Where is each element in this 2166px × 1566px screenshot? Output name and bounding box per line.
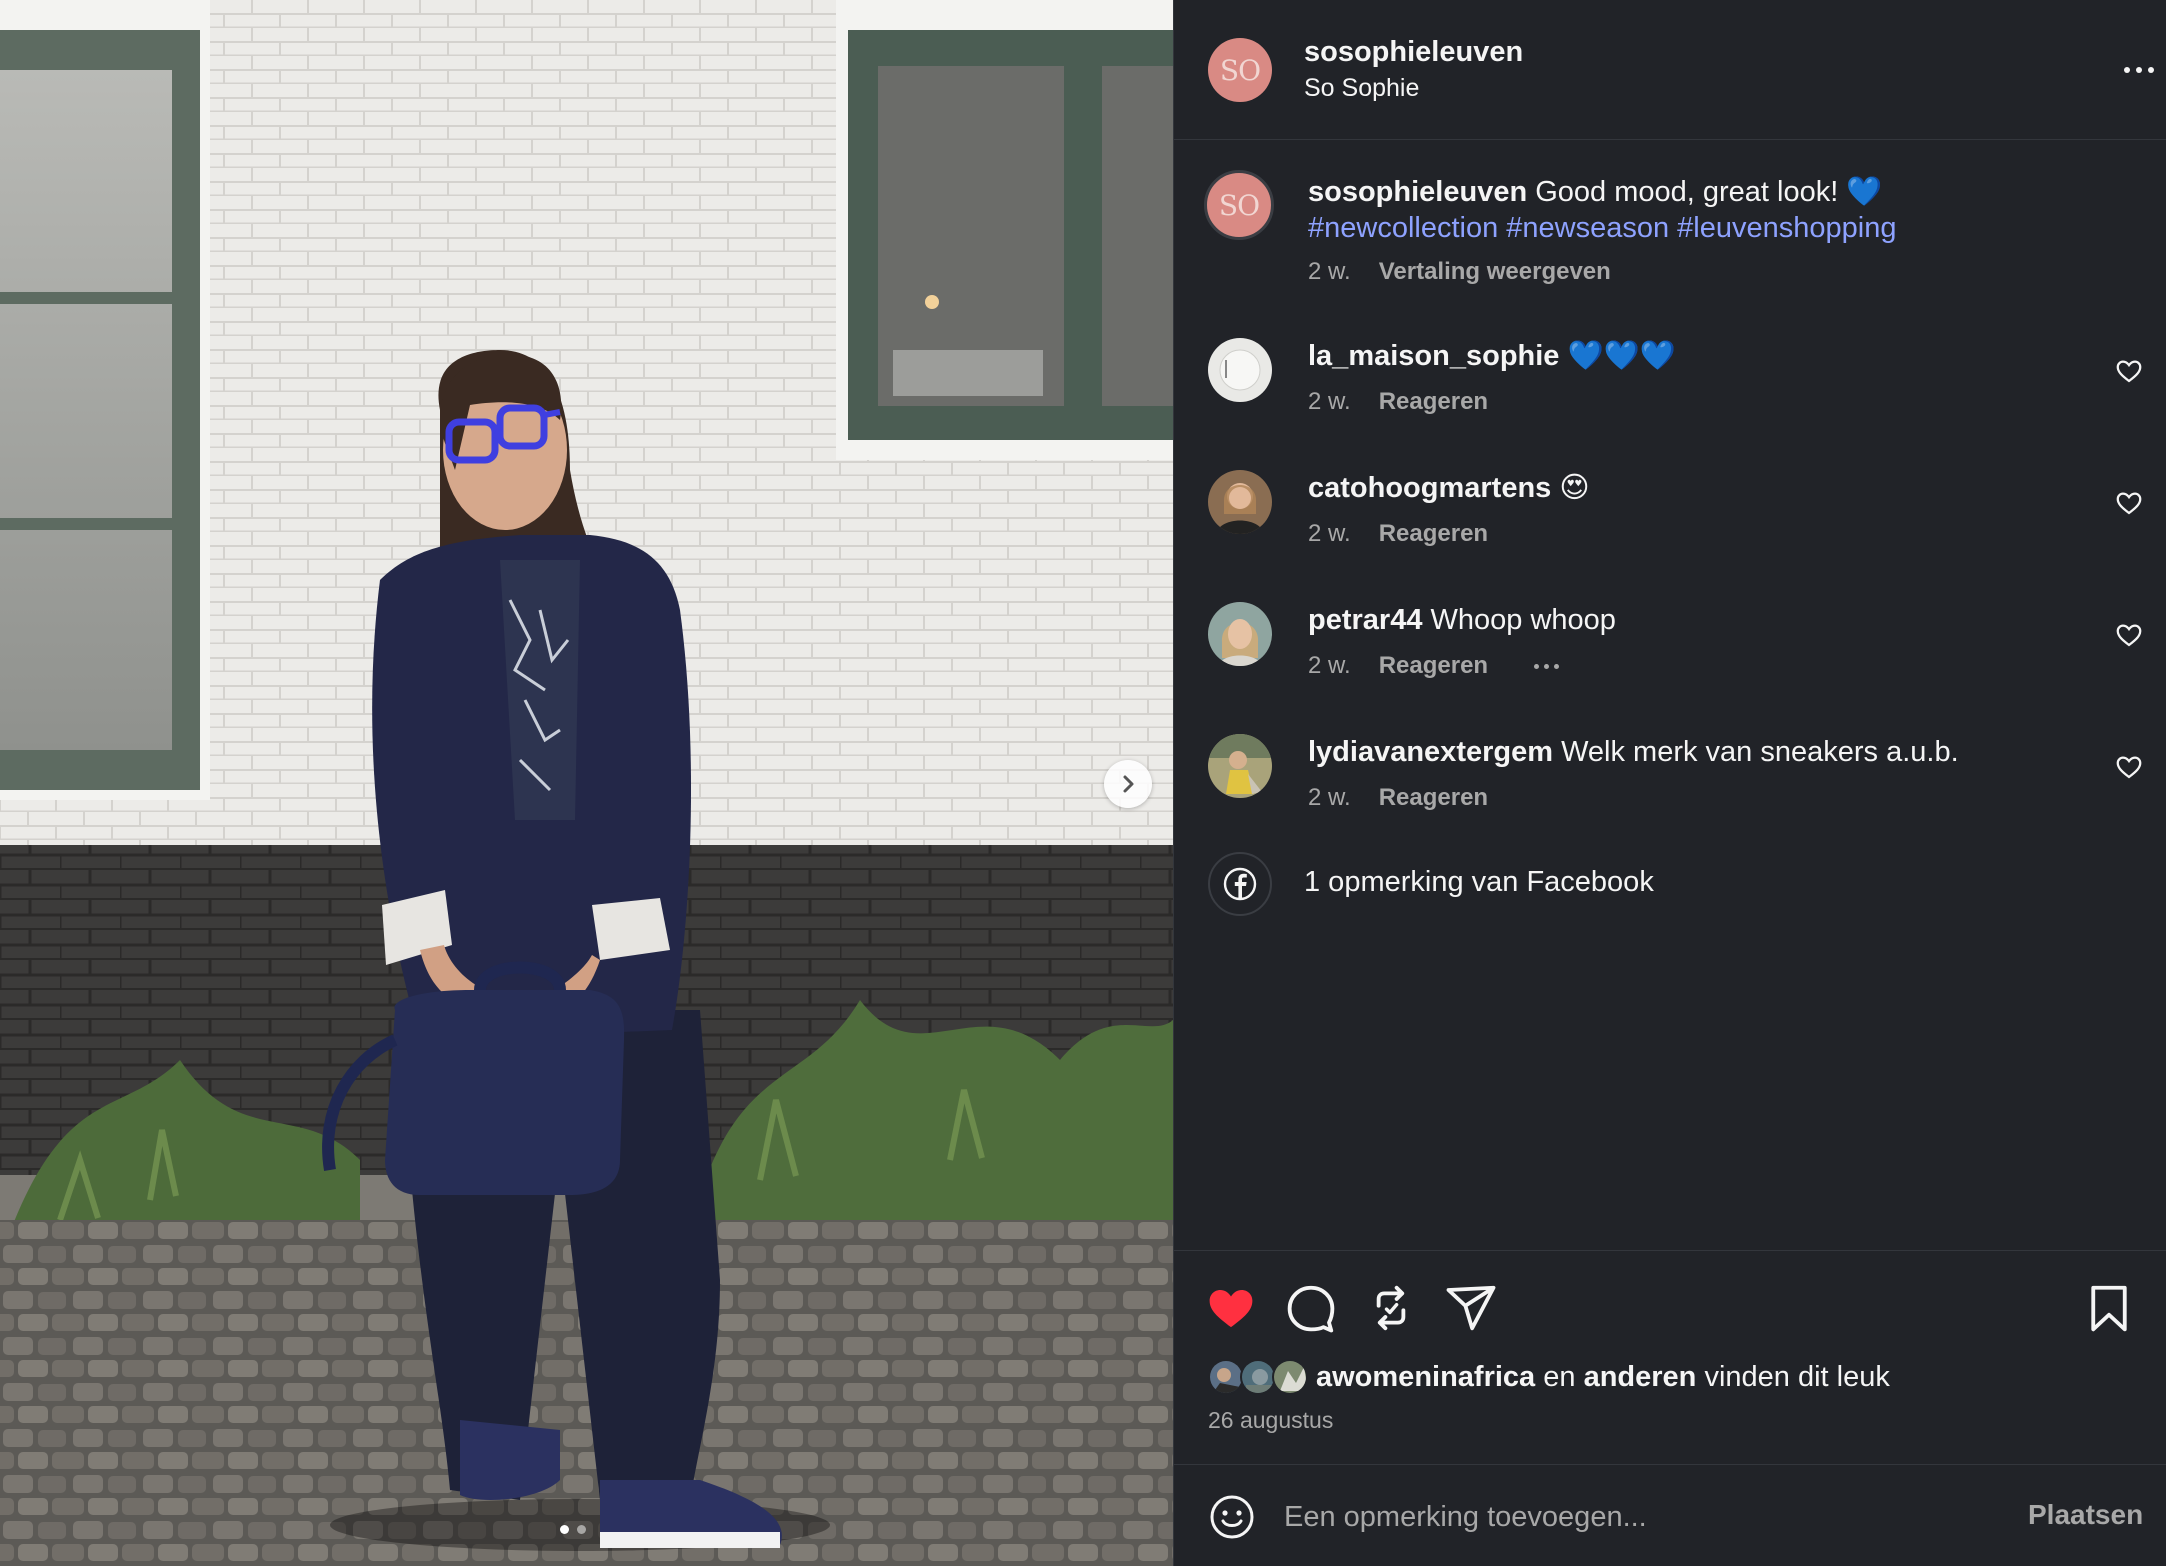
comment-text: petrar44 Whoop whoop: [1308, 602, 1616, 638]
avatar-image: [1208, 734, 1272, 798]
avatar-image: [1208, 338, 1272, 402]
caption-time[interactable]: 2 w.: [1308, 258, 1351, 286]
facebook-comments-label: 1 opmerking van Facebook: [1304, 866, 1654, 898]
other-likers-link[interactable]: anderen: [1584, 1361, 1697, 1393]
likes-joiner: en: [1543, 1360, 1576, 1393]
post-details-panel: SO sosophieleuven So Sophie SO sosophiel…: [1173, 0, 2166, 1566]
comment-meta: 2 w. Reageren: [1308, 784, 1488, 812]
heart-filled-icon[interactable]: [1204, 1281, 1258, 1335]
avatar-image: [1208, 602, 1272, 666]
comment-time[interactable]: 2 w.: [1308, 652, 1351, 680]
comment-body: 😍: [1559, 472, 1590, 504]
like-comment-icon[interactable]: [2114, 488, 2144, 518]
post-photo[interactable]: [0, 0, 1173, 1566]
facebook-icon-circle: [1208, 852, 1272, 916]
add-comment-bar: Plaatsen: [1174, 1464, 2166, 1566]
facebook-comments-link[interactable]: 1 opmerking van Facebook: [1174, 852, 2166, 918]
likes-summary[interactable]: awomeninafrica en anderen vinden dit leu…: [1208, 1359, 1890, 1395]
comment-item: lydiavanextergem Welk merk van sneakers …: [1174, 734, 2166, 844]
photo-scene: [0, 0, 1173, 1566]
avatar-image: [1208, 470, 1272, 534]
reply-button[interactable]: Reageren: [1379, 520, 1488, 548]
more-options-button[interactable]: [2114, 50, 2164, 90]
emoji-icon[interactable]: [1208, 1493, 1256, 1541]
carousel-indicator: [560, 1525, 586, 1534]
reply-button[interactable]: Reageren: [1379, 388, 1488, 416]
comment-body: Welk merk van sneakers a.u.b.: [1561, 736, 1959, 768]
next-photo-button[interactable]: [1104, 760, 1152, 808]
commenter-avatar[interactable]: [1208, 470, 1272, 534]
caption-username[interactable]: sosophieleuven: [1308, 176, 1527, 208]
comment-time[interactable]: 2 w.: [1308, 784, 1351, 812]
comment-body: 💙💙💙: [1567, 340, 1676, 372]
author-username[interactable]: sosophieleuven: [1304, 36, 1523, 69]
carousel-dot: [577, 1525, 586, 1534]
like-comment-icon[interactable]: [2114, 356, 2144, 386]
likes-suffix: vinden dit leuk: [1704, 1360, 1890, 1393]
more-dot: [2148, 67, 2154, 73]
like-comment-icon[interactable]: [2114, 752, 2144, 782]
liker-avatar: [1272, 1359, 1308, 1395]
caption-meta: 2 w. Vertaling weergeven: [1308, 258, 1611, 286]
reply-button[interactable]: Reageren: [1379, 784, 1488, 812]
bookmark-icon[interactable]: [2082, 1281, 2136, 1335]
comment-body: Whoop whoop: [1430, 604, 1616, 636]
comment-time[interactable]: 2 w.: [1308, 388, 1351, 416]
caption-body: Good mood, great look! 💙: [1535, 176, 1883, 208]
instagram-post-modal: SO sosophieleuven So Sophie SO sosophiel…: [0, 0, 2166, 1566]
caption-avatar[interactable]: SO: [1204, 170, 1274, 240]
author-avatar-monogram: SO: [1219, 53, 1261, 87]
caption-avatar-monogram: SO: [1218, 188, 1260, 222]
liker-avatar: [1208, 1359, 1244, 1395]
post-date[interactable]: 26 augustus: [1208, 1407, 1333, 1434]
more-dot: [2136, 67, 2142, 73]
comment-text: catohoogmartens 😍: [1308, 470, 1590, 506]
commenter-username[interactable]: lydiavanextergem: [1308, 736, 1553, 768]
post-comment-button[interactable]: Plaatsen: [2028, 1499, 2143, 1531]
post-header: SO sosophieleuven So Sophie: [1174, 0, 2166, 140]
more-horizontal-icon: [2124, 67, 2130, 73]
liker-avatar: [1240, 1359, 1276, 1395]
author-avatar[interactable]: SO: [1208, 38, 1272, 102]
caption-hashtags[interactable]: #newcollection #newseason #leuvenshoppin…: [1308, 212, 1896, 244]
carousel-dot-active: [560, 1525, 569, 1534]
more-horizontal-icon: [1534, 663, 1540, 669]
share-icon[interactable]: [1444, 1281, 1498, 1335]
comment-item: la_maison_sophie 💙💙💙 2 w. Reageren: [1174, 338, 2166, 448]
repost-icon[interactable]: [1364, 1281, 1418, 1335]
chevron-right-icon: [1123, 775, 1134, 793]
comment-text: lydiavanextergem Welk merk van sneakers …: [1308, 734, 1959, 770]
comment-options-button[interactable]: [1534, 663, 1560, 669]
reply-button[interactable]: Reageren: [1379, 652, 1488, 680]
comment-item: catohoogmartens 😍 2 w. Reageren: [1174, 470, 2166, 580]
comment-meta: 2 w. Reageren: [1308, 652, 1560, 680]
author-subtitle[interactable]: So Sophie: [1304, 74, 1419, 103]
comment-item: petrar44 Whoop whoop 2 w. Reageren: [1174, 602, 2166, 712]
comment-time[interactable]: 2 w.: [1308, 520, 1351, 548]
comment-text: la_maison_sophie 💙💙💙: [1308, 338, 1676, 374]
commenter-username[interactable]: petrar44: [1308, 604, 1422, 636]
commenter-avatar[interactable]: [1208, 338, 1272, 402]
comment-meta: 2 w. Reageren: [1308, 388, 1488, 416]
facebook-icon: [1223, 867, 1257, 901]
like-comment-icon[interactable]: [2114, 620, 2144, 650]
show-translation-link[interactable]: Vertaling weergeven: [1379, 258, 1611, 286]
first-liker[interactable]: awomeninafrica: [1316, 1361, 1535, 1393]
commenter-username[interactable]: la_maison_sophie: [1308, 340, 1559, 372]
more-dot: [1544, 663, 1550, 669]
likes-text: awomeninafrica en anderen vinden dit leu…: [1316, 1361, 1890, 1394]
comment-meta: 2 w. Reageren: [1308, 520, 1488, 548]
comment-icon[interactable]: [1284, 1281, 1338, 1335]
more-dot: [1554, 663, 1560, 669]
post-actions: awomeninafrica en anderen vinden dit leu…: [1174, 1250, 2166, 1466]
commenter-avatar[interactable]: [1208, 602, 1272, 666]
comment-input[interactable]: [1284, 1489, 1984, 1545]
commenter-username[interactable]: catohoogmartens: [1308, 472, 1551, 504]
commenter-avatar[interactable]: [1208, 734, 1272, 798]
caption-text: sosophieleuven Good mood, great look! 💙 …: [1308, 174, 2128, 246]
liker-avatars: [1208, 1359, 1312, 1395]
